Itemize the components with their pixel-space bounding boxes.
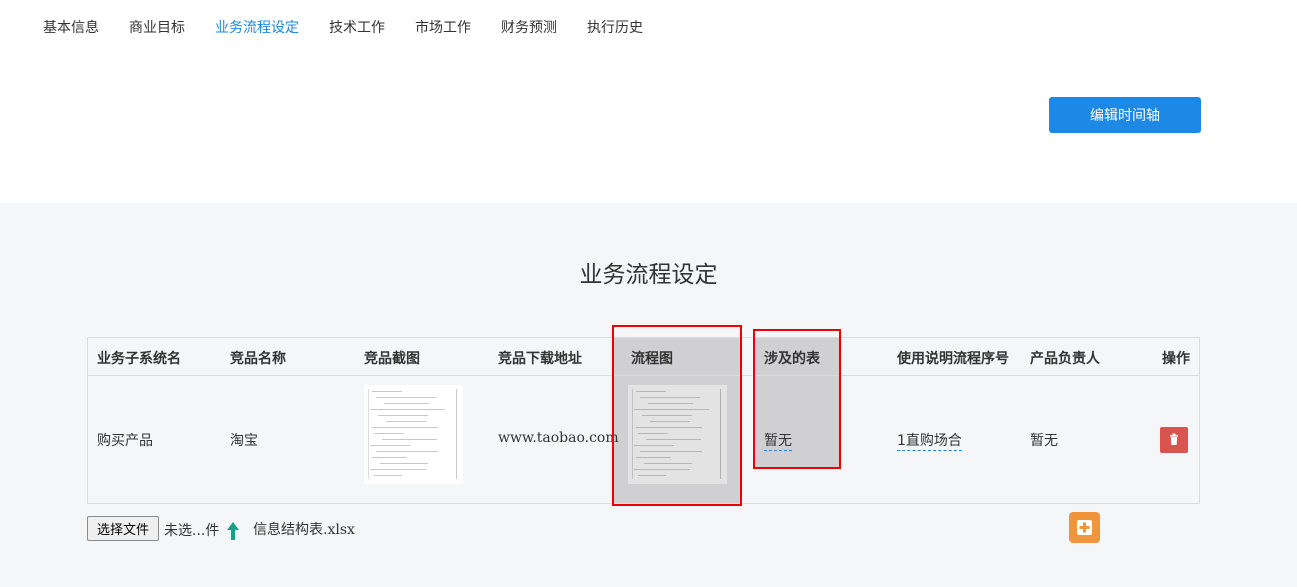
header-actions: 操作	[1162, 351, 1190, 367]
choose-file-button[interactable]: 选择文件	[87, 516, 159, 541]
cell-owner: 暂无	[1030, 433, 1058, 449]
top-tab-bar: 基本信息 商业目标 业务流程设定 技术工作 市场工作 财务预测 执行历史	[0, 0, 1297, 60]
uploaded-file-name: 信息结构表.xlsx	[253, 522, 355, 538]
cell-guide-sequence-link[interactable]: 1直购场合	[897, 430, 962, 451]
edit-timeline-button[interactable]: 编辑时间轴	[1049, 97, 1201, 133]
header-subsystem: 业务子系统名	[97, 351, 181, 367]
plus-square-icon	[1077, 520, 1092, 535]
business-process-section: 业务流程设定 业务子系统名 竞品名称 竞品截图 竞品下载地址 流程图 涉及的表 …	[0, 203, 1297, 587]
tab-execution-history[interactable]: 执行历史	[587, 19, 643, 37]
header-competitor: 竞品名称	[230, 351, 286, 367]
add-row-button[interactable]	[1069, 512, 1100, 543]
upload-arrow-icon[interactable]	[225, 521, 241, 541]
competitor-screenshot-thumbnail[interactable]	[364, 385, 463, 484]
section-title: 业务流程设定	[579, 262, 718, 288]
tab-tech-work[interactable]: 技术工作	[329, 19, 385, 37]
trash-icon	[1170, 433, 1178, 445]
cell-subsystem: 购买产品	[97, 433, 153, 449]
flowchart-highlight-box	[612, 325, 742, 506]
tab-basic-info[interactable]: 基本信息	[43, 19, 99, 37]
cell-competitor: 淘宝	[230, 433, 258, 449]
header-owner: 产品负责人	[1030, 351, 1100, 367]
tab-financial-forecast[interactable]: 财务预测	[501, 19, 557, 37]
tab-business-goals[interactable]: 商业目标	[129, 19, 185, 37]
file-status-text: 未选...件	[164, 523, 220, 539]
cell-download-url: www.taobao.com	[498, 430, 619, 446]
tab-market-work[interactable]: 市场工作	[415, 19, 471, 37]
header-guide-sequence: 使用说明流程序号	[897, 351, 1009, 367]
tab-business-process[interactable]: 业务流程设定	[215, 19, 299, 37]
tables-highlight-box	[753, 329, 841, 469]
delete-row-button[interactable]	[1160, 427, 1188, 453]
header-screenshot: 竞品截图	[364, 351, 420, 367]
header-download-url: 竞品下载地址	[498, 351, 582, 367]
